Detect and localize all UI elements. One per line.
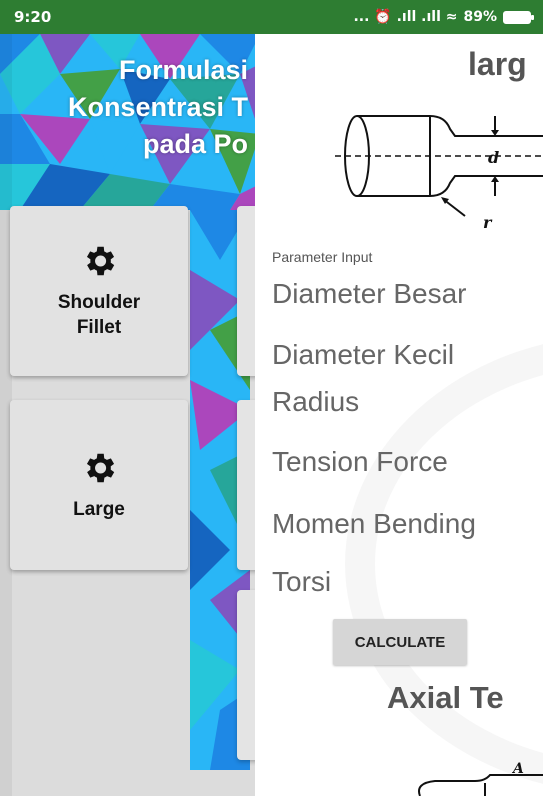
momen-bending-input[interactable]: Momen Bending <box>272 508 476 540</box>
tension-force-input[interactable]: Tension Force <box>272 446 448 478</box>
status-indicators: ... ⏰ .ıll .ıll ≈ 89% <box>353 9 534 25</box>
calculate-button[interactable]: CALCULATE <box>333 619 467 665</box>
banner-title: Formulasi Konsentrasi T pada Po <box>0 52 248 163</box>
card-label-line-2: Fillet <box>76 317 122 338</box>
section-heading: Axial Te <box>387 680 504 715</box>
battery-icon <box>503 10 534 24</box>
card-large[interactable]: Large <box>10 400 188 570</box>
diagram-label-r: r <box>483 213 493 232</box>
card-shoulder-fillet[interactable]: Shoulder Fillet <box>10 206 188 376</box>
panel-heading: larg <box>468 46 527 82</box>
card-label: Large <box>73 497 125 522</box>
banner-title-line-3: pada Po <box>142 129 248 159</box>
status-time: 9:20 <box>14 8 52 26</box>
header-banner: Formulasi Konsentrasi T pada Po <box>0 34 260 210</box>
diameter-besar-input[interactable]: Diameter Besar <box>272 278 467 310</box>
card-label-line-1: Large <box>73 498 125 520</box>
diagram-label-d: d <box>488 148 499 167</box>
radius-input[interactable]: Radius <box>272 386 359 418</box>
card-label: Shoulder Fillet <box>58 290 140 340</box>
card-label-line-1: Shoulder <box>57 292 141 313</box>
banner-title-line-1: Formulasi <box>118 55 248 85</box>
gear-icon <box>86 246 115 276</box>
diagram2-label: A <box>511 761 524 777</box>
diameter-kecil-input[interactable]: Diameter Kecil <box>272 339 454 371</box>
calculator-panel: larg d r Parameter Input Diameter Besar … <box>255 34 543 796</box>
axial-diagram: A <box>418 761 543 796</box>
battery-percent: 89% <box>463 9 497 25</box>
status-bar: 9:20 ... ⏰ .ıll .ıll ≈ 89% <box>0 0 543 34</box>
shaft-diagram: d r <box>335 115 543 232</box>
watermark <box>345 334 543 794</box>
banner-title-line-2: Konsentrasi T <box>67 92 248 122</box>
parameter-caption: Parameter Input <box>272 249 373 265</box>
gear-icon <box>86 453 115 482</box>
signal-icons: ... ⏰ .ıll .ıll ≈ <box>353 9 458 25</box>
torsi-input[interactable]: Torsi <box>272 566 331 598</box>
